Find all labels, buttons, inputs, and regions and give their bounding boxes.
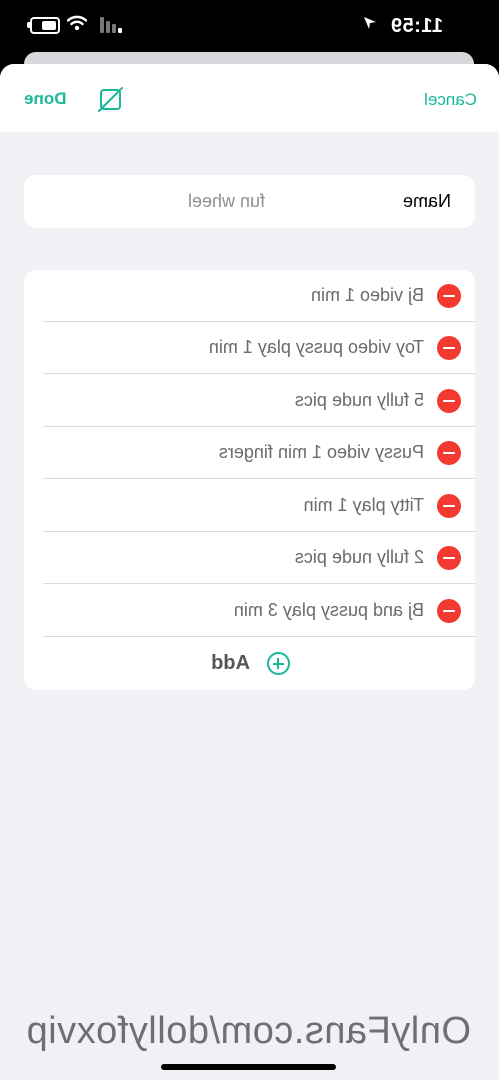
delete-item-button[interactable] — [437, 284, 461, 308]
delete-item-button[interactable] — [437, 546, 461, 570]
location-arrow-icon — [364, 17, 376, 29]
cancel-button[interactable]: Cancel — [424, 90, 477, 110]
delete-item-button[interactable] — [437, 494, 461, 518]
list-item: Bj and pussy play 3 min — [24, 585, 475, 637]
edit-sheet: Cancel Done Name fun wheel Bj video 1 mi… — [0, 64, 499, 1080]
divider — [43, 636, 475, 637]
item-text[interactable]: Pussy video 1 min fingers — [219, 442, 424, 463]
name-card: Name fun wheel — [24, 175, 475, 228]
battery-icon — [30, 17, 60, 34]
add-label: Add — [211, 652, 250, 674]
screen: 11:59 Cancel Done Name fun wheel Bj vide… — [0, 0, 499, 1080]
list-item: Pussy video 1 min fingers — [24, 427, 475, 479]
home-indicator — [161, 1064, 336, 1070]
delete-item-button[interactable] — [437, 441, 461, 465]
delete-item-button[interactable] — [437, 599, 461, 623]
edit-square-icon[interactable] — [96, 85, 124, 113]
item-text[interactable]: Toy video pussy play 1 min — [209, 337, 424, 358]
cellular-signal-icon — [100, 17, 122, 33]
nav-bar: Cancel Done — [0, 64, 499, 132]
list-item: Titty play 1 min — [24, 480, 475, 532]
plus-circle-icon — [267, 652, 290, 675]
item-text[interactable]: Bj and pussy play 3 min — [234, 600, 424, 621]
name-input[interactable]: fun wheel — [188, 191, 265, 212]
delete-item-button[interactable] — [437, 389, 461, 413]
item-text[interactable]: Bj video 1 min — [311, 285, 424, 306]
add-item-button[interactable]: Add — [24, 638, 475, 690]
name-label: Name — [402, 191, 451, 211]
list-item: 5 fully nude pics — [24, 375, 475, 427]
divider — [43, 373, 475, 374]
done-button[interactable]: Done — [24, 89, 67, 109]
list-item: Bj video 1 min — [24, 270, 475, 322]
wifi-icon — [67, 15, 87, 31]
item-text[interactable]: Titty play 1 min — [304, 495, 424, 516]
delete-item-button[interactable] — [437, 336, 461, 360]
status-time: 11:59 — [390, 15, 443, 37]
list-item: Toy video pussy play 1 min — [24, 322, 475, 374]
status-bar: 11:59 — [0, 0, 499, 50]
items-list: Bj video 1 min Toy video pussy play 1 mi… — [24, 270, 475, 690]
item-text[interactable]: 5 fully nude pics — [295, 390, 424, 411]
divider — [43, 583, 475, 584]
divider — [43, 478, 475, 479]
list-item: 2 fully nude pics — [24, 532, 475, 584]
watermark: OnlyFans.com/dollyfoxvip — [26, 1010, 471, 1052]
item-text[interactable]: 2 fully nude pics — [295, 547, 424, 568]
